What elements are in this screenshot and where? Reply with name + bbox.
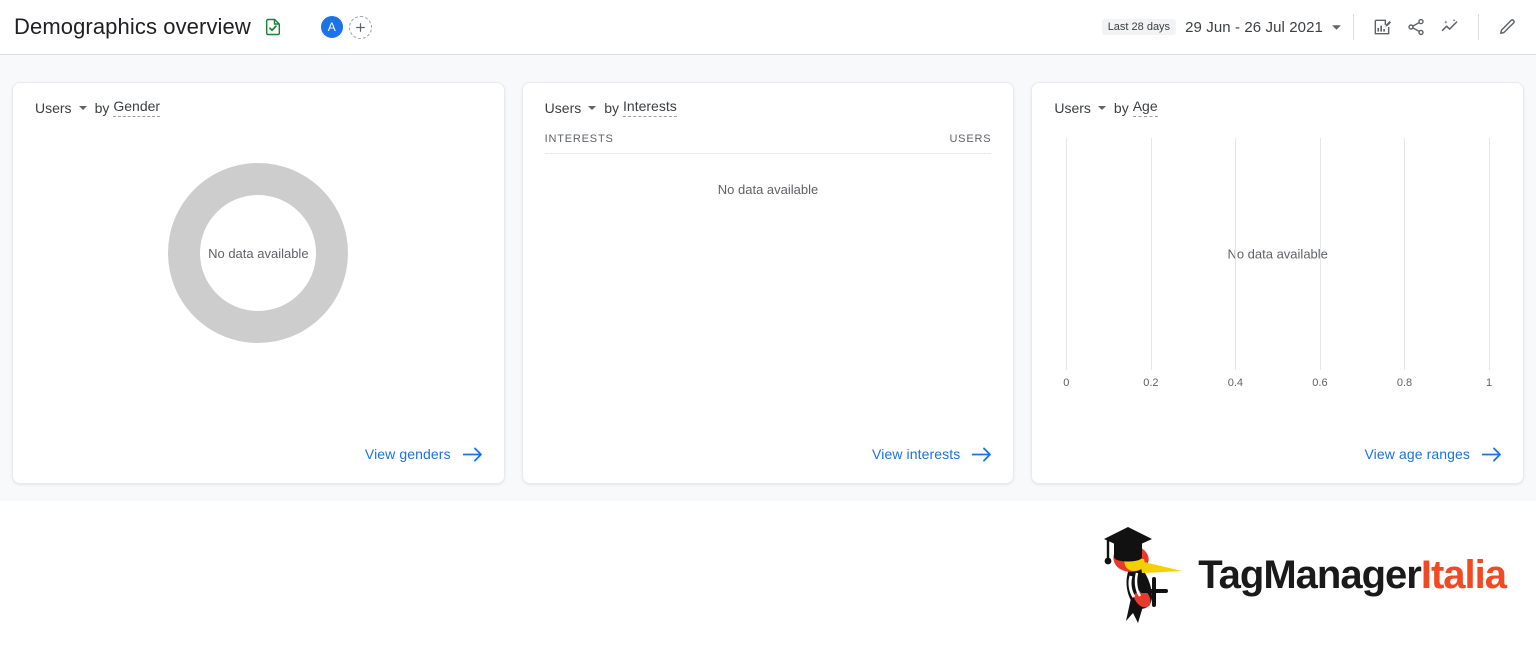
card-gender-footer: View genders bbox=[35, 435, 482, 483]
by-label: by bbox=[604, 100, 620, 116]
gridline bbox=[1235, 138, 1237, 370]
chevron-down-icon bbox=[587, 100, 597, 116]
report-content: Users by Gender No data available View g… bbox=[0, 55, 1536, 501]
empty-state-text: No data available bbox=[1066, 243, 1490, 265]
gridline bbox=[1319, 138, 1321, 370]
dimension-selector-gender[interactable]: Gender bbox=[113, 98, 161, 117]
card-interests-header: Users by Interests bbox=[545, 97, 992, 119]
metric-selector-interests[interactable]: Users bbox=[545, 100, 598, 116]
edit-pencil-icon[interactable] bbox=[1490, 10, 1524, 44]
arrow-right-icon bbox=[972, 447, 992, 461]
gridline bbox=[1489, 138, 1491, 370]
dimension-selector-age[interactable]: Age bbox=[1132, 98, 1158, 117]
gridline bbox=[1150, 138, 1152, 370]
chevron-down-icon bbox=[1097, 100, 1107, 116]
card-age: Users by Age No data available 0 0.2 0.4 0.… bbox=[1031, 82, 1525, 484]
column-header-interests[interactable]: INTERESTS bbox=[545, 133, 614, 145]
card-age-header: Users by Age bbox=[1054, 97, 1501, 119]
donut-chart: No data available bbox=[35, 119, 482, 435]
card-gender-header: Users by Gender bbox=[35, 97, 482, 119]
metric-selector-age[interactable]: Users bbox=[1054, 100, 1107, 116]
dimension-selector-interests[interactable]: Interests bbox=[623, 98, 677, 117]
metric-selector-gender[interactable]: Users bbox=[35, 100, 88, 116]
by-label: by bbox=[1113, 100, 1129, 116]
empty-state-text: No data available bbox=[208, 245, 309, 261]
metric-label: Users bbox=[1054, 100, 1091, 116]
date-range-label[interactable]: 29 Jun - 26 Jul 2021 bbox=[1185, 19, 1323, 36]
column-header-users[interactable]: USERS bbox=[949, 133, 991, 145]
app-header: Demographics overview A Last 28 days 29 … bbox=[0, 0, 1536, 55]
date-preset-chip: Last 28 days bbox=[1101, 19, 1177, 35]
header-actions: Last 28 days 29 Jun - 26 Jul 2021 bbox=[1101, 10, 1524, 44]
card-age-footer: View age ranges bbox=[1054, 435, 1501, 483]
x-axis-tick-label: 0.6 bbox=[1312, 377, 1328, 389]
x-axis-tick-label: 1 bbox=[1485, 377, 1493, 389]
gridline bbox=[1404, 138, 1406, 370]
tagmanageritalia-logo: TagManagerItalia bbox=[1100, 519, 1507, 631]
arrow-right-icon bbox=[1482, 447, 1501, 461]
document-check-icon[interactable] bbox=[263, 17, 283, 37]
page-title: Demographics overview bbox=[14, 14, 251, 39]
view-genders-label: View genders bbox=[364, 446, 451, 462]
bar-chart: No data available 0 0.2 0.4 0.6 0.8 1 bbox=[1054, 119, 1501, 435]
x-axis-tick-label: 0.2 bbox=[1143, 377, 1159, 389]
plot-area: No data available bbox=[1066, 138, 1491, 370]
share-icon[interactable] bbox=[1399, 10, 1433, 44]
view-age-ranges-link[interactable]: View age ranges bbox=[1364, 446, 1501, 462]
table-header-row: INTERESTS USERS bbox=[544, 119, 992, 154]
empty-state-text: No data available bbox=[717, 182, 819, 197]
cards-row: Users by Gender No data available View g… bbox=[12, 82, 1525, 484]
avatar[interactable]: A bbox=[320, 16, 343, 38]
gridline bbox=[1066, 138, 1068, 370]
customize-report-icon[interactable] bbox=[1365, 10, 1399, 44]
x-axis-tick-label: 0.8 bbox=[1396, 377, 1413, 389]
card-interests-body: INTERESTS USERS No data available bbox=[544, 119, 992, 435]
logo-wordmark: TagManagerItalia bbox=[1198, 553, 1507, 597]
divider bbox=[1478, 14, 1479, 40]
metric-label: Users bbox=[544, 100, 582, 116]
collaborators: A bbox=[320, 15, 372, 39]
card-age-body: No data available 0 0.2 0.4 0.6 0.8 1 bbox=[1054, 119, 1501, 435]
view-genders-link[interactable]: View genders bbox=[365, 446, 482, 462]
insights-icon[interactable] bbox=[1433, 10, 1467, 44]
card-interests-footer: View interests bbox=[545, 435, 992, 483]
title-group: Demographics overview bbox=[14, 14, 283, 40]
by-label: by bbox=[94, 100, 110, 116]
view-age-ranges-label: View age ranges bbox=[1364, 446, 1471, 462]
donut-ring: No data available bbox=[168, 163, 349, 343]
x-axis-tick-label: 0.4 bbox=[1227, 377, 1244, 389]
footer: TagManagerItalia bbox=[0, 501, 1536, 666]
card-interests: Users by Interests INTERESTS USERS No da… bbox=[521, 82, 1015, 484]
view-interests-link[interactable]: View interests bbox=[872, 446, 992, 462]
woodpecker-logo-icon bbox=[1104, 527, 1183, 623]
logo-primary-text: TagManager bbox=[1198, 553, 1422, 597]
chevron-down-icon[interactable] bbox=[1331, 22, 1342, 33]
arrow-right-icon bbox=[462, 447, 482, 461]
chevron-down-icon bbox=[78, 100, 88, 116]
divider bbox=[1353, 14, 1354, 40]
card-gender-body: No data available bbox=[35, 119, 482, 435]
add-collaborator-button[interactable] bbox=[348, 15, 372, 39]
x-axis-tick-label: 0 bbox=[1063, 377, 1070, 389]
x-axis: 0 0.2 0.4 0.6 0.8 1 bbox=[1063, 377, 1493, 393]
logo-accent-text: Italia bbox=[1420, 553, 1507, 597]
card-gender: Users by Gender No data available View g… bbox=[12, 82, 505, 484]
view-interests-label: View interests bbox=[872, 446, 961, 462]
metric-label: Users bbox=[35, 100, 72, 116]
